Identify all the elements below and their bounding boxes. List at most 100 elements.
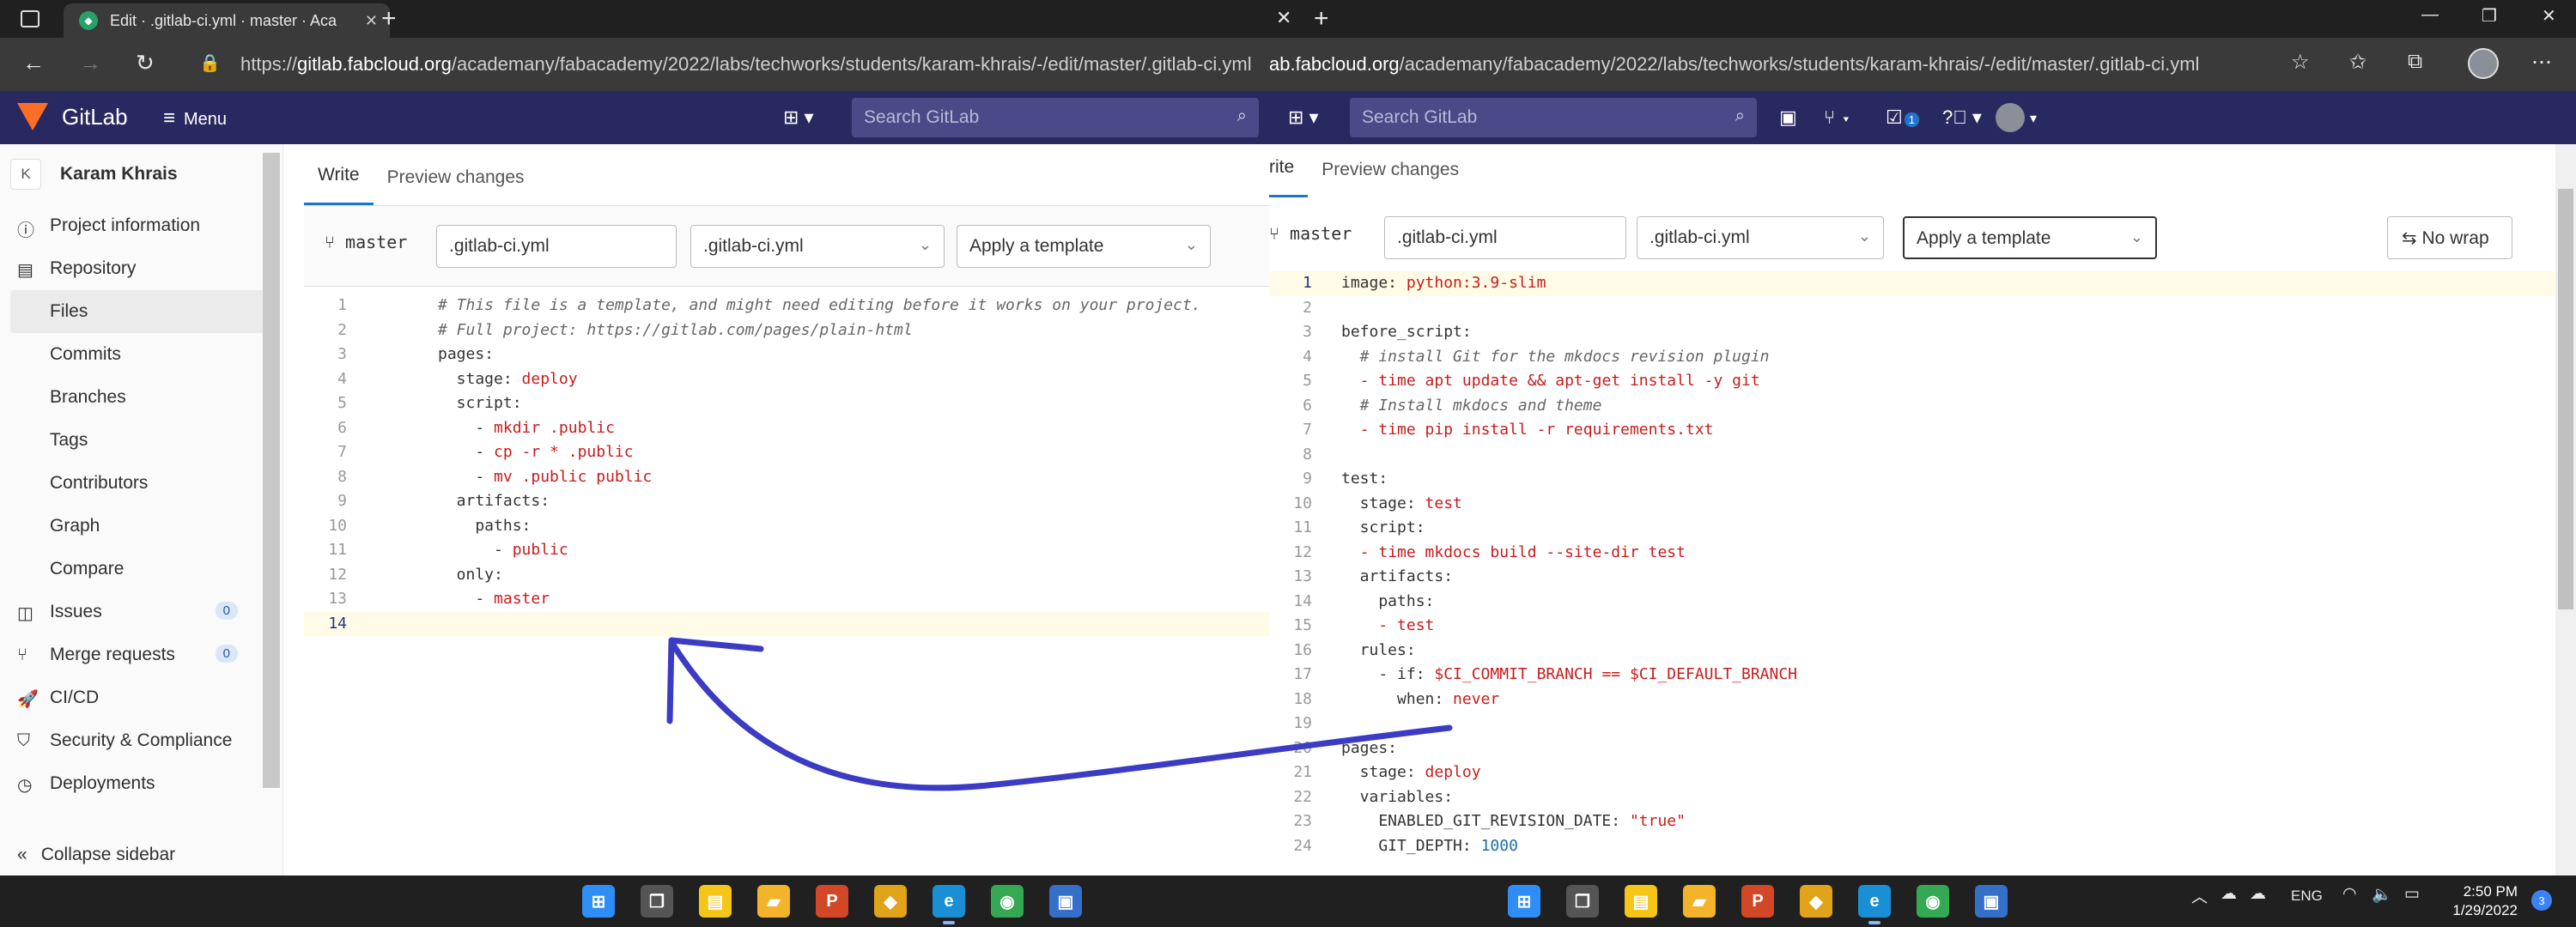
sidebar-item-tags[interactable]: Tags (0, 419, 283, 462)
code-line[interactable]: 14 paths: (1269, 590, 2555, 615)
code-line[interactable]: 9 artifacts: (304, 489, 1269, 514)
powerpoint-icon[interactable]: P (1741, 885, 1774, 918)
tab-write[interactable]: Write (304, 165, 374, 205)
code-line[interactable]: 1 # This file is a template, and might ne… (304, 294, 1269, 318)
code-line[interactable]: 14 (304, 611, 1269, 636)
template-select[interactable]: Apply a template ⌄ (957, 225, 1211, 268)
new-tab-icon[interactable]: + (1314, 5, 1329, 33)
user-avatar[interactable] (1996, 103, 2025, 132)
collapse-sidebar-button[interactable]: « Collapse sidebar (17, 845, 175, 865)
browser-tab[interactable]: ◆ Edit · .gitlab-ci.yml · master · Aca ✕ (64, 3, 390, 38)
code-line[interactable]: 19 (1269, 712, 2555, 736)
task-view-icon[interactable]: ❐ (1566, 885, 1599, 918)
code-line[interactable]: 21 stage: deploy (1269, 760, 2555, 785)
close-tab-icon[interactable]: ✕ (365, 12, 378, 30)
new-dropdown-icon[interactable]: ⊞ ▾ (1288, 106, 1319, 129)
start-icon[interactable]: ⊞ (582, 885, 615, 918)
code-line[interactable]: 3 pages: (304, 342, 1269, 367)
search-input[interactable]: Search GitLab ⌕ (1350, 98, 1757, 137)
edge-icon[interactable]: e (933, 885, 965, 924)
code-line[interactable]: 2 # Full project: https://gitlab.com/page… (304, 318, 1269, 343)
onedrive-icon[interactable]: ☁ (2250, 884, 2266, 904)
battery-icon[interactable]: ▭ (2404, 884, 2420, 904)
tab-preview-changes[interactable]: Preview changes (374, 167, 538, 205)
favorites-icon[interactable]: ✩ (2349, 50, 2366, 75)
template-select[interactable]: Apply a template ⌄ (1903, 216, 2157, 259)
tab-write[interactable]: rite (1269, 157, 1309, 197)
volume-icon[interactable]: 🔈 (2372, 884, 2392, 905)
new-dropdown-icon[interactable]: ⊞ ▾ (783, 106, 814, 129)
help-icon[interactable]: ?⃝ ▾ (1942, 106, 1982, 129)
code-line[interactable]: 7 - cp -r * .public (304, 440, 1269, 465)
restore-icon[interactable]: ❐ (2482, 5, 2497, 27)
scrollbar-thumb[interactable] (2558, 189, 2573, 609)
wifi-icon[interactable]: ◠ (2342, 884, 2357, 904)
chrome-icon[interactable]: ◉ (1917, 885, 1949, 918)
code-line[interactable]: 4 # install Git for the mkdocs revision … (1269, 345, 2555, 370)
code-line[interactable]: 24 GIT_DEPTH: 1000 (1269, 834, 2555, 859)
code-line[interactable]: 1 image: python:3.9-slim (1269, 271, 2555, 296)
code-editor[interactable]: 1 image: python:3.9-slim 2 3 before_script: 4… (1269, 271, 2555, 858)
merge-requests-icon[interactable]: ⑂ ▾ (1824, 106, 1852, 129)
sidebar-item-files[interactable]: Files (10, 290, 272, 333)
close-window-icon[interactable]: ✕ (2542, 5, 2556, 27)
sidebar-item-ci-cd[interactable]: 🚀 CI/CD (0, 676, 283, 719)
code-line[interactable]: 22 variables: (1269, 785, 2555, 810)
task-view-icon[interactable]: ❐ (641, 885, 673, 918)
edge-icon[interactable]: e (1858, 885, 1891, 924)
code-line[interactable]: 23 ENABLED_GIT_REVISION_DATE: "true" (1269, 809, 2555, 834)
sidebar-item-branches[interactable]: Branches (0, 376, 283, 419)
code-line[interactable]: 5 script: (304, 391, 1269, 416)
git-icon[interactable]: ◆ (874, 885, 907, 918)
language-indicator[interactable]: ENG (2291, 888, 2323, 905)
todo-icon[interactable]: ☑ 1 (1886, 106, 1919, 129)
file-type-select[interactable]: .gitlab-ci.yml ⌄ (690, 225, 945, 268)
sidebar-project-header[interactable]: K Karam Khrais (0, 144, 283, 204)
url-field[interactable]: ab.fabcloud.org/academany/fabacademy/202… (1269, 53, 2199, 76)
lock-icon[interactable]: 🔒 (199, 52, 221, 74)
profile-avatar[interactable] (2468, 48, 2499, 79)
no-wrap-button[interactable]: ⇆ No wrap (2387, 216, 2512, 259)
code-line[interactable]: 4 stage: deploy (304, 367, 1269, 392)
code-line[interactable]: 16 rules: (1269, 639, 2555, 663)
weather-icon[interactable]: ☁ (2221, 884, 2237, 904)
code-line[interactable]: 8 (1269, 443, 2555, 468)
app-icon[interactable]: ▣ (1975, 885, 2008, 918)
sidebar-item-merge-requests[interactable]: ⑂ Merge requests 0 (0, 633, 283, 676)
sidebar-item-compare[interactable]: Compare (0, 548, 283, 591)
code-line[interactable]: 3 before_script: (1269, 320, 2555, 345)
page-scrollbar[interactable] (2555, 144, 2576, 876)
close-tab-icon[interactable]: ✕ (1276, 7, 1291, 29)
menu-button[interactable]: ≡ Menu (163, 106, 227, 130)
sidebar-item-project-information[interactable]: ⓘ Project information (0, 204, 283, 247)
app-icon[interactable]: ▣ (1049, 885, 1082, 918)
gitlab-logo[interactable]: GitLab (17, 103, 128, 130)
url-field[interactable]: https://gitlab.fabcloud.org/academany/fa… (240, 53, 1252, 76)
back-icon[interactable]: ← (22, 50, 45, 76)
notification-badge[interactable]: 3 (2531, 890, 2552, 911)
tab-actions-icon[interactable] (21, 10, 39, 27)
code-line[interactable]: 12 - time mkdocs build --site-dir test (1269, 541, 2555, 566)
file-explorer-icon[interactable]: ▰ (1683, 885, 1716, 918)
sidebar-item-issues[interactable]: ◫ Issues 0 (0, 591, 283, 633)
code-line[interactable]: 6 - mkdir .public (304, 416, 1269, 441)
code-line[interactable]: 11 script: (1269, 516, 2555, 541)
refresh-icon[interactable]: ↻ (136, 50, 155, 76)
sidebar-item-contributors[interactable]: Contributors (0, 462, 283, 505)
code-line[interactable]: 9 test: (1269, 467, 2555, 492)
file-name-input[interactable]: .gitlab-ci.yml (436, 225, 677, 268)
code-line[interactable]: 15 - test (1269, 614, 2555, 639)
sidebar-item-deployments[interactable]: ◷ Deployments (0, 762, 283, 805)
code-line[interactable]: 10 paths: (304, 514, 1269, 539)
code-line[interactable]: 7 - time pip install -r requirements.txt (1269, 418, 2555, 443)
code-line[interactable]: 18 when: never (1269, 688, 2555, 712)
code-line[interactable]: 5 - time apt update && apt-get install -… (1269, 369, 2555, 394)
system-clock[interactable]: 2:50 PM 1/29/2022 (2439, 882, 2518, 920)
code-editor[interactable]: 1 # This file is a template, and might ne… (304, 294, 1269, 636)
show-hidden-icons[interactable]: ︿ (2191, 884, 2208, 907)
sidebar-item-commits[interactable]: Commits (0, 333, 283, 376)
sidebar-item-repository[interactable]: ▤ Repository (0, 247, 283, 290)
forward-icon[interactable]: → (79, 50, 101, 76)
more-options-icon[interactable]: ⋯ (2531, 50, 2552, 75)
sticky-notes-icon[interactable]: ▤ (1625, 885, 1657, 918)
